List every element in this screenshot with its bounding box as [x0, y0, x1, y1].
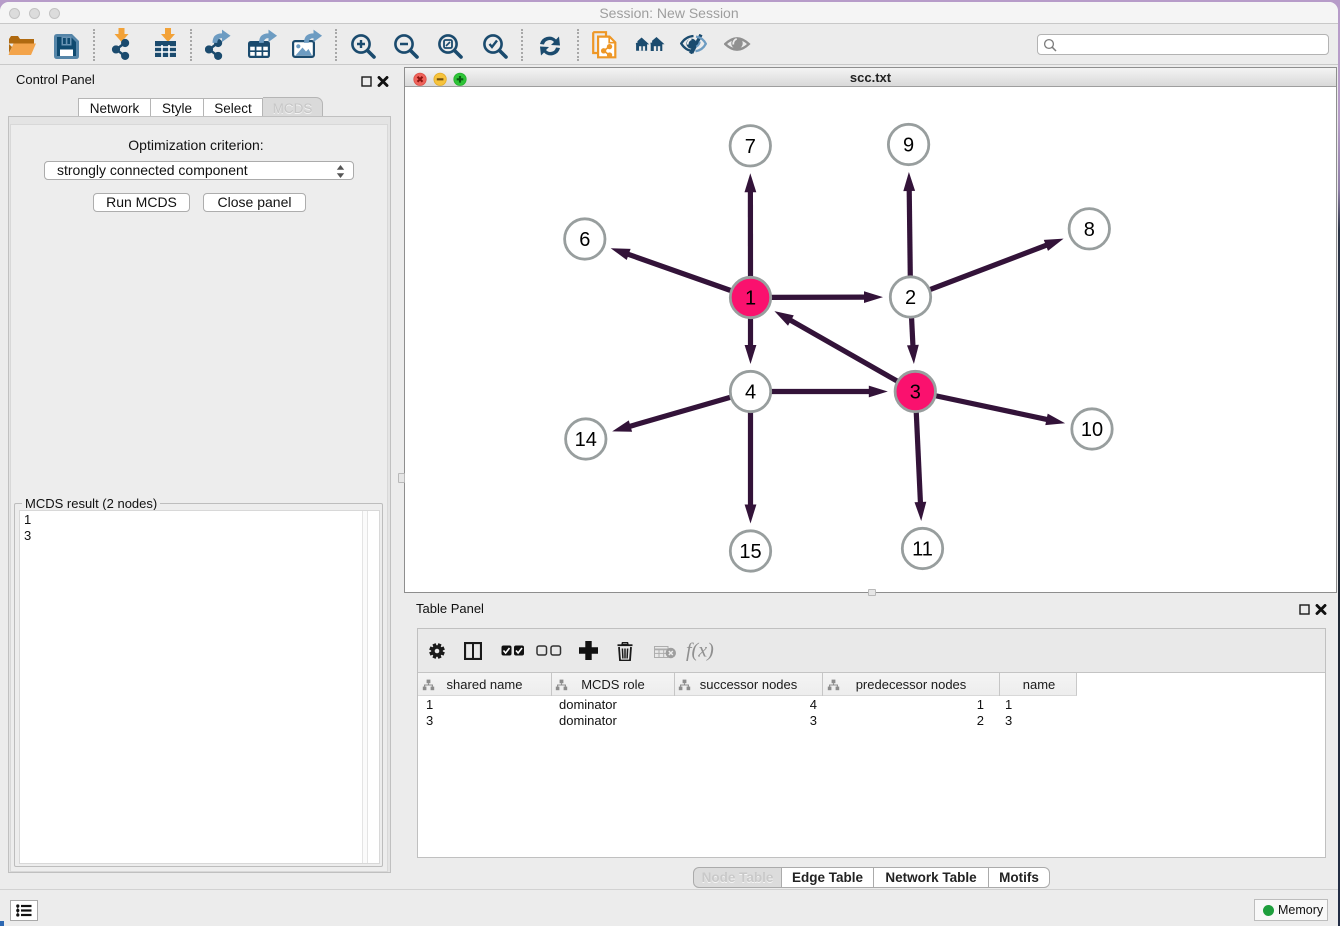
svg-text:9: 9: [903, 135, 914, 157]
svg-text:8: 8: [1084, 219, 1095, 241]
svg-text:11: 11: [912, 539, 933, 561]
svg-text:4: 4: [745, 382, 756, 404]
svg-text:2: 2: [905, 287, 916, 309]
svg-text:1: 1: [745, 288, 756, 310]
svg-text:15: 15: [739, 541, 761, 563]
svg-text:3: 3: [910, 382, 921, 404]
svg-text:14: 14: [575, 429, 597, 451]
svg-text:f(x): f(x): [686, 639, 714, 661]
svg-text:6: 6: [579, 229, 590, 251]
svg-text:10: 10: [1081, 419, 1103, 441]
svg-text:7: 7: [745, 136, 756, 158]
